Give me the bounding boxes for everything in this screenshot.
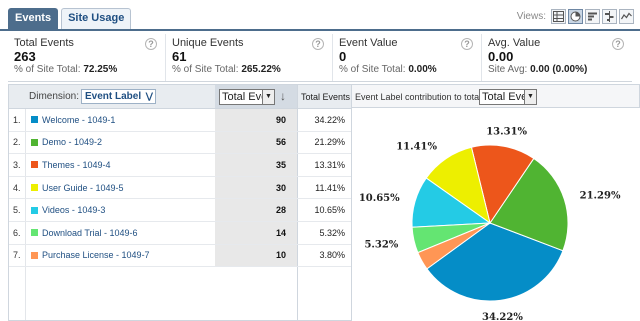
pie-slice-label: 5.32% xyxy=(364,240,398,251)
data-table: Dimension: Event Label⋁ Total Events▼ ↓ … xyxy=(8,84,352,321)
table-header: Dimension: Event Label⋁ Total Events▼ ↓ … xyxy=(9,85,351,109)
row-total-events: 28 xyxy=(275,205,286,216)
row-label-link[interactable]: Themes - 1049-4 xyxy=(42,160,111,170)
metric-unique-events: Unique Events 61 % of Site Total: 265.22… xyxy=(166,34,333,81)
pie-slice-label: 13.31% xyxy=(486,126,527,137)
row-percent: 34.22% xyxy=(314,114,345,125)
dropdown-arrow-icon: ▼ xyxy=(262,90,274,104)
chevron-down-icon: ⋁ xyxy=(145,91,154,101)
row-number: 2. xyxy=(13,137,21,148)
help-icon[interactable]: ? xyxy=(145,38,157,50)
pie-slice-label: 11.41% xyxy=(396,141,437,152)
row-total-events: 30 xyxy=(275,182,286,193)
pie-view-icon[interactable] xyxy=(568,9,583,24)
row-number: 6. xyxy=(13,227,21,238)
table-row: 6. Download Trial - 1049-6 14 5.32% xyxy=(9,221,351,245)
row-color-swatch xyxy=(31,206,38,214)
metric-subtext: % of Site Total: 0.00% xyxy=(339,64,437,75)
pie-slice-label: 34.22% xyxy=(482,312,523,321)
row-color-swatch xyxy=(31,251,38,259)
metric-value: 263 xyxy=(14,49,36,64)
dimension-select[interactable]: Event Label ⋁ xyxy=(81,89,157,104)
tab-underline xyxy=(0,29,640,31)
row-percent: 10.65% xyxy=(314,205,345,216)
pie-chart-area: 34.22% 21.29% 13.31% 11.41% 10.65% 5.32% xyxy=(352,108,640,321)
metric-label: Avg. Value xyxy=(488,37,541,49)
row-number: 7. xyxy=(13,250,21,261)
row-color-swatch xyxy=(31,229,38,237)
pie-header: Event Label contribution to total: Total… xyxy=(352,84,640,108)
metric-label: Unique Events xyxy=(172,37,244,49)
sort-arrow-icon[interactable]: ↓ xyxy=(280,89,286,103)
row-color-swatch xyxy=(31,184,38,192)
metric-select[interactable]: Total Events▼ xyxy=(219,89,275,105)
pie-slice-label: 21.29% xyxy=(580,191,621,202)
table-row: 4. User Guide - 1049-5 30 11.41% xyxy=(9,176,351,200)
row-percent: 5.32% xyxy=(319,227,345,238)
help-icon[interactable]: ? xyxy=(461,38,473,50)
table-row: 7. Purchase License - 1049-7 10 3.80% xyxy=(9,244,351,268)
dropdown-arrow-icon: ▼ xyxy=(524,90,536,104)
row-number: 3. xyxy=(13,159,21,170)
metric-label: Event Value xyxy=(339,37,398,49)
table-view-icon[interactable] xyxy=(551,9,566,24)
row-number: 4. xyxy=(13,182,21,193)
row-percent: 3.80% xyxy=(319,250,345,261)
table-row: 5. Videos - 1049-3 28 10.65% xyxy=(9,199,351,222)
row-label-link[interactable]: Demo - 1049-2 xyxy=(42,137,102,147)
metric-subtext: % of Site Total: 265.22% xyxy=(172,64,281,75)
metric-event-value: Event Value 0 % of Site Total: 0.00% ? xyxy=(333,34,482,81)
row-color-swatch xyxy=(31,116,38,124)
row-percent: 13.31% xyxy=(314,159,345,170)
pie-slice-label: 10.65% xyxy=(359,193,400,204)
tab-events[interactable]: Events xyxy=(8,8,59,29)
row-percent: 11.41% xyxy=(315,182,345,193)
performance-view-icon[interactable] xyxy=(585,9,600,24)
metric-total-events: Total Events 263 % of Site Total: 72.25%… xyxy=(8,34,166,81)
column-header-total-events[interactable]: Total Events xyxy=(301,92,350,102)
row-number: 5. xyxy=(13,205,21,216)
pivot-view-icon[interactable] xyxy=(619,9,634,24)
row-total-events: 10 xyxy=(275,250,286,261)
table-body: 1. Welcome - 1049-1 90 34.22% 2. Demo - 1049-… xyxy=(9,109,351,268)
pie-chart: 34.22% 21.29% 13.31% 11.41% 10.65% 5.32% xyxy=(359,126,621,321)
row-total-events: 14 xyxy=(275,227,286,238)
help-icon[interactable]: ? xyxy=(312,38,324,50)
views-label: Views: xyxy=(516,11,546,22)
row-total-events: 56 xyxy=(275,137,286,148)
metric-value: 61 xyxy=(172,49,187,64)
metric-subtext: % of Site Total: 72.25% xyxy=(14,64,118,75)
report-tabs: Events Site Usage xyxy=(8,8,132,29)
metric-value: 0 xyxy=(339,49,347,64)
row-percent: 21.29% xyxy=(314,137,345,148)
metric-summary: Total Events 263 % of Site Total: 72.25%… xyxy=(8,34,632,82)
metric-value: 0.00 xyxy=(488,49,514,64)
row-total-events: 35 xyxy=(275,159,286,170)
row-number: 1. xyxy=(13,114,21,125)
metric-label: Total Events xyxy=(14,37,74,49)
table-row: 2. Demo - 1049-2 56 21.29% xyxy=(9,131,351,155)
row-total-events: 90 xyxy=(275,114,286,125)
row-label-link[interactable]: User Guide - 1049-5 xyxy=(42,183,124,193)
views-switcher: Views: xyxy=(517,9,634,24)
row-color-swatch xyxy=(31,161,38,169)
row-label-link[interactable]: Videos - 1049-3 xyxy=(42,205,105,215)
comparison-view-icon[interactable] xyxy=(602,9,617,24)
row-label-link[interactable]: Download Trial - 1049-6 xyxy=(42,228,138,238)
table-row: 1. Welcome - 1049-1 90 34.22% xyxy=(9,109,351,132)
pie-header-label: Event Label contribution to total: xyxy=(355,92,484,102)
metric-avg-value: Avg. Value 0.00 Site Avg: 0.00 (0.00%) ? xyxy=(482,34,632,81)
row-label-link[interactable]: Welcome - 1049-1 xyxy=(42,115,115,125)
row-label-link[interactable]: Purchase License - 1049-7 xyxy=(42,250,150,260)
pie-metric-select[interactable]: Total Events ▼ xyxy=(479,89,537,105)
metric-subtext: Site Avg: 0.00 (0.00%) xyxy=(488,64,588,75)
help-icon[interactable]: ? xyxy=(612,38,624,50)
tab-site-usage[interactable]: Site Usage xyxy=(61,8,132,29)
table-row: 3. Themes - 1049-4 35 13.31% xyxy=(9,154,351,177)
dimension-label: Dimension: xyxy=(29,91,80,102)
row-color-swatch xyxy=(31,138,38,146)
